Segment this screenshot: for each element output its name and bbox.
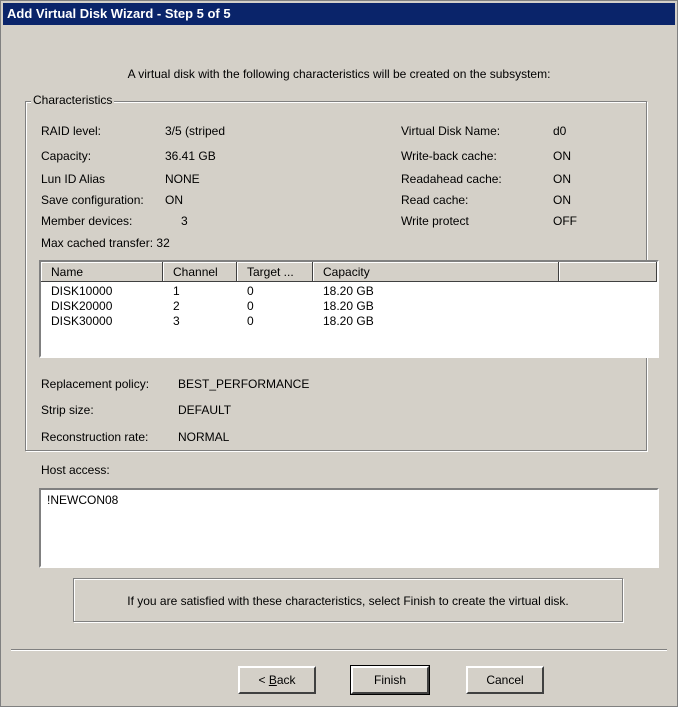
finish-info-message: If you are satisfied with these characte… <box>73 578 623 622</box>
reconstruction-rate-label: Reconstruction rate: <box>41 430 149 444</box>
back-button[interactable]: < Back <box>238 666 316 694</box>
device-name: DISK20000 <box>51 299 113 313</box>
strip-size-label: Strip size: <box>41 403 94 417</box>
column-header-channel[interactable]: Channel <box>163 262 237 282</box>
button-separator <box>11 649 667 651</box>
host-access-item[interactable]: !NEWCON08 <box>47 493 118 507</box>
device-name: DISK10000 <box>51 284 113 298</box>
finish-button[interactable]: Finish <box>350 665 430 695</box>
table-row[interactable]: DISK10000 1 0 18.20 GB <box>41 284 657 299</box>
member-device-list[interactable]: Name Channel Target ... Capacity DISK100… <box>39 260 659 358</box>
device-target: 0 <box>247 284 254 298</box>
device-list-header: Name Channel Target ... Capacity <box>41 262 657 282</box>
device-channel: 1 <box>173 284 180 298</box>
lun-id-alias-value: NONE <box>165 172 200 186</box>
write-back-cache-value: ON <box>553 149 571 163</box>
device-target: 0 <box>247 314 254 328</box>
column-header-name[interactable]: Name <box>41 262 163 282</box>
characteristics-legend: Characteristics <box>31 93 115 107</box>
raid-level-value: 3/5 (striped <box>165 124 226 138</box>
strip-size-value: DEFAULT <box>178 403 232 417</box>
column-header-target[interactable]: Target ... <box>237 262 313 282</box>
readahead-cache-label: Readahead cache: <box>401 172 502 186</box>
readahead-cache-value: ON <box>553 172 571 186</box>
device-channel: 3 <box>173 314 180 328</box>
virtual-disk-name-value: d0 <box>553 124 567 138</box>
replacement-policy-label: Replacement policy: <box>41 377 150 391</box>
column-header-filler <box>559 262 657 282</box>
back-accelerator: B <box>268 673 277 687</box>
write-back-cache-label: Write-back cache: <box>401 149 497 163</box>
raid-level-label: RAID level: <box>41 124 102 138</box>
table-row[interactable]: DISK20000 2 0 18.20 GB <box>41 299 657 314</box>
host-access-list[interactable]: !NEWCON08 <box>39 488 659 568</box>
max-cached-transfer-label: Max cached transfer: <box>41 236 154 250</box>
device-name: DISK30000 <box>51 314 113 328</box>
intro-text: A virtual disk with the following charac… <box>127 67 551 81</box>
max-cached-transfer-value: 32 <box>156 236 170 250</box>
capacity-label: Capacity: <box>41 149 92 163</box>
device-capacity: 18.20 GB <box>323 284 374 298</box>
device-capacity: 18.20 GB <box>323 314 374 328</box>
max-cached-transfer: Max cached transfer: 32 <box>41 236 170 250</box>
member-devices-value: 3 <box>181 214 188 228</box>
table-row[interactable]: DISK30000 3 0 18.20 GB <box>41 314 657 329</box>
write-protect-value: OFF <box>553 214 577 228</box>
back-button-prefix: < <box>258 673 269 687</box>
back-button-rest: ack <box>276 673 296 687</box>
member-devices-label: Member devices: <box>41 214 133 228</box>
window-title: Add Virtual Disk Wizard - Step 5 of 5 <box>3 3 675 25</box>
wizard-window: Add Virtual Disk Wizard - Step 5 of 5 A … <box>0 0 678 707</box>
device-channel: 2 <box>173 299 180 313</box>
device-capacity: 18.20 GB <box>323 299 374 313</box>
replacement-policy-value: BEST_PERFORMANCE <box>178 377 310 391</box>
save-configuration-value: ON <box>165 193 183 207</box>
virtual-disk-name-label: Virtual Disk Name: <box>401 124 501 138</box>
lun-id-alias-label: Lun ID Alias <box>41 172 106 186</box>
capacity-value: 36.41 GB <box>165 149 216 163</box>
read-cache-value: ON <box>553 193 571 207</box>
cancel-button[interactable]: Cancel <box>466 666 544 694</box>
device-target: 0 <box>247 299 254 313</box>
write-protect-label: Write protect <box>401 214 469 228</box>
column-header-capacity[interactable]: Capacity <box>313 262 559 282</box>
save-configuration-label: Save configuration: <box>41 193 144 207</box>
reconstruction-rate-value: NORMAL <box>178 430 230 444</box>
read-cache-label: Read cache: <box>401 193 469 207</box>
host-access-label: Host access: <box>41 463 110 477</box>
